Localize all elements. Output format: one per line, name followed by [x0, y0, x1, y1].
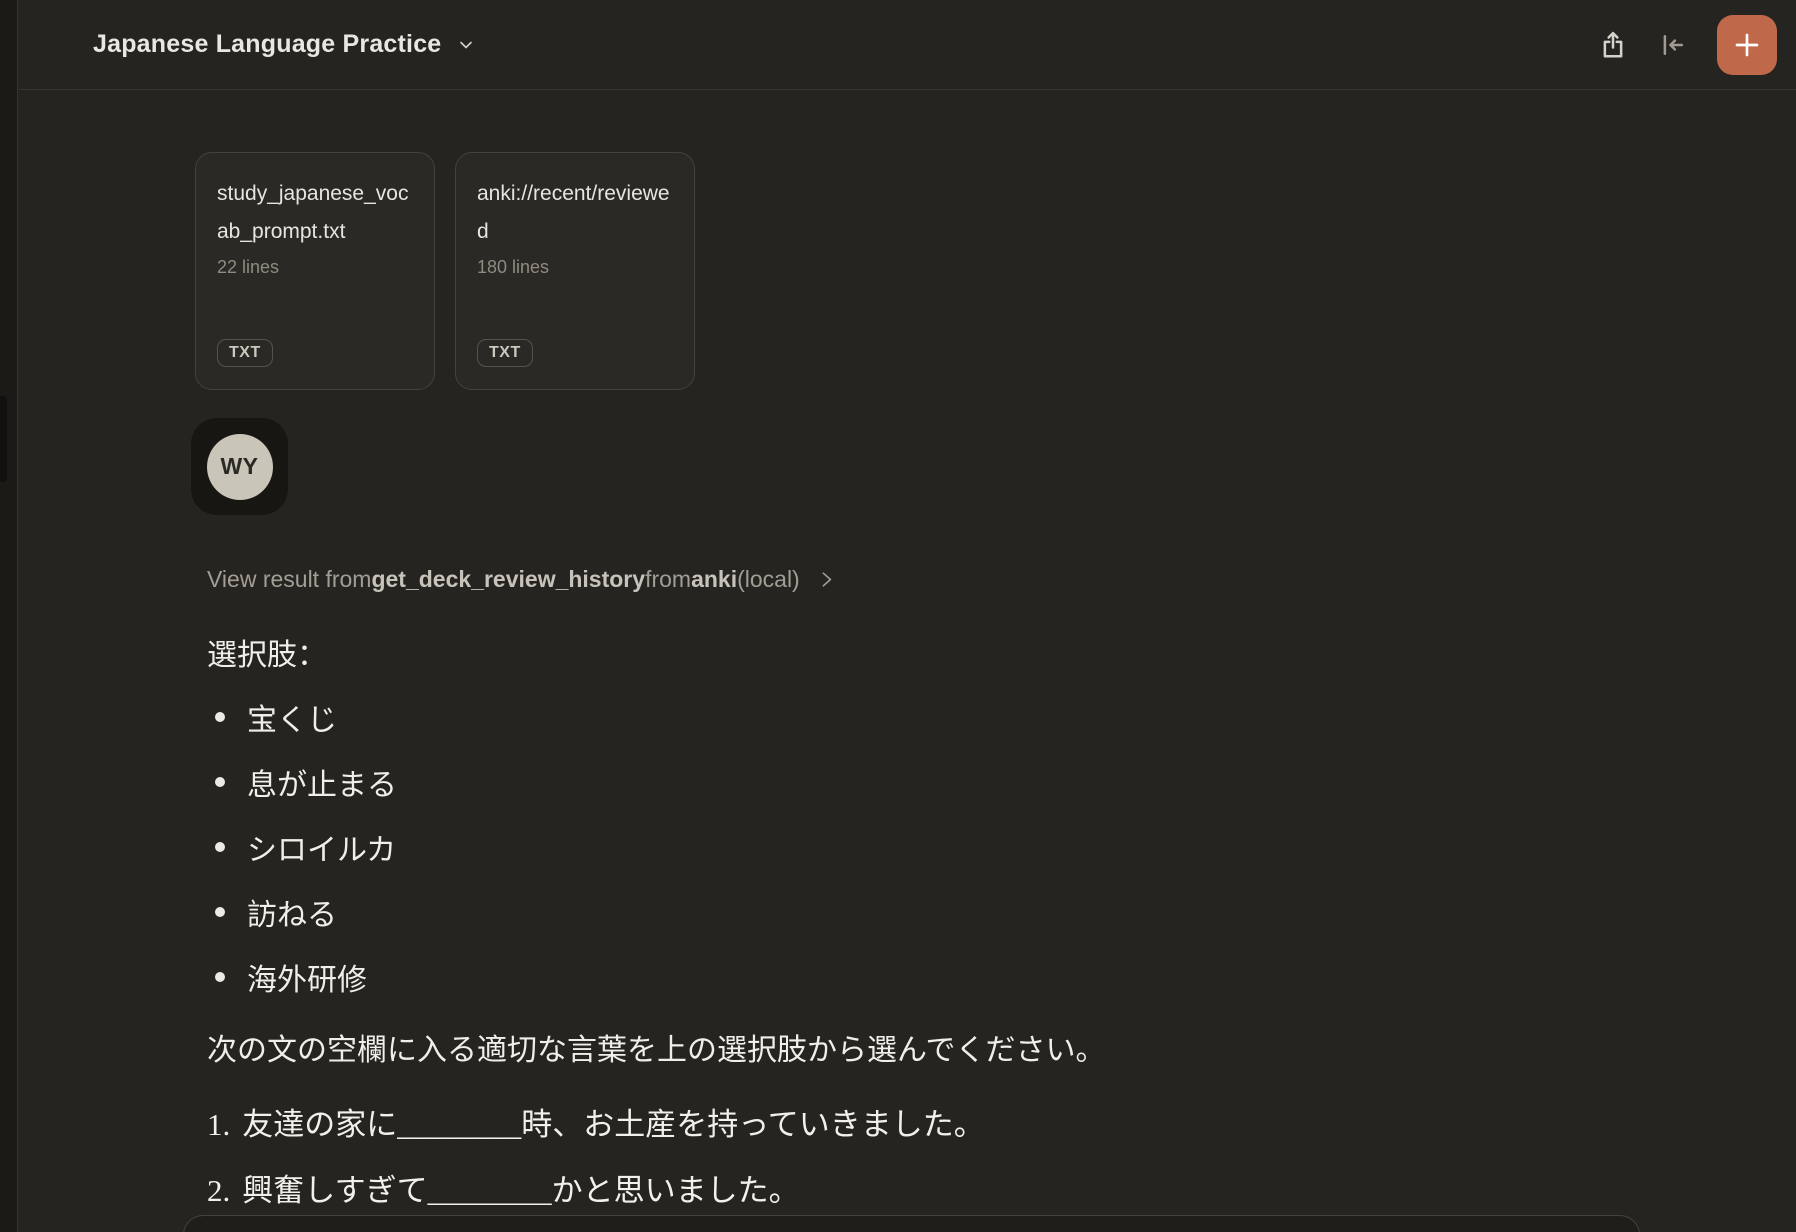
question-text: 興奮しすぎて________かと思いました。 — [242, 1173, 800, 1208]
attachment-filename: anki://recent/reviewed — [477, 182, 670, 243]
sidebar-rail-notch — [0, 396, 7, 482]
list-item: 海外研修 — [207, 944, 1796, 1009]
attachment-filename: study_japanese_vocab_prompt.txt — [217, 182, 409, 243]
collapse-left-icon — [1663, 34, 1683, 55]
chevron-right-icon — [822, 571, 831, 587]
share-button[interactable] — [1591, 23, 1635, 67]
message-heading: 選択肢： — [207, 639, 327, 672]
option-text: 宝くじ — [247, 703, 337, 737]
page-title: Japanese Language Practice — [93, 30, 442, 58]
avatar-initials: WY — [220, 453, 259, 479]
list-item: シロイルカ — [207, 814, 1796, 879]
conversation-title-menu[interactable]: Japanese Language Practice — [93, 30, 476, 59]
question-item: 1. 友達の家に________時、お土産を持っていきました。 — [207, 1103, 1796, 1147]
option-text: 海外研修 — [247, 963, 367, 997]
bullet-icon — [215, 906, 225, 917]
bullet-icon — [215, 776, 225, 787]
attachment-card[interactable]: anki://recent/reviewed 180 lines TXT — [455, 152, 695, 390]
file-type-badge: TXT — [217, 339, 273, 367]
tool-result-suffix: (local) — [737, 566, 800, 592]
instruction-text: 次の文の空欄に入る適切な言葉を上の選択肢から選んでください。 — [207, 1034, 1106, 1067]
question-number: 2. — [207, 1173, 231, 1208]
sidebar-rail — [0, 0, 18, 1232]
bullet-icon — [215, 971, 225, 982]
tool-result-toggle[interactable]: View result from get_deck_review_history… — [207, 564, 1796, 594]
chevron-down-icon — [460, 41, 473, 48]
attachment-line-count: 180 lines — [477, 257, 550, 277]
question-text: 友達の家に________時、お土産を持っていきました。 — [242, 1107, 985, 1142]
tool-result-tool-name: get_deck_review_history — [371, 566, 646, 592]
user-message-bubble: WY — [191, 418, 288, 515]
collapse-panel-button[interactable] — [1651, 23, 1695, 67]
list-item: 息が止まる — [207, 749, 1796, 814]
attachment-line-count: 22 lines — [217, 257, 280, 277]
avatar: WY — [206, 433, 273, 500]
tool-result-prefix: View result from — [207, 566, 372, 592]
bullet-icon — [215, 841, 225, 852]
questions-list: 1. 友達の家に________時、お土産を持っていきました。 2. 興奮しすぎて_… — [207, 1103, 1796, 1213]
new-chat-button[interactable] — [1717, 14, 1777, 75]
option-text: 息が止まる — [247, 768, 397, 802]
tool-result-middle: from — [645, 566, 692, 592]
plus-icon — [1735, 33, 1759, 56]
message-input[interactable] — [183, 1215, 1640, 1232]
user-message-row: WY — [191, 418, 1796, 515]
question-item: 2. 興奮しすぎて________かと思いました。 — [207, 1169, 1796, 1213]
list-item: 訪ねる — [207, 879, 1796, 944]
attachment-card[interactable]: study_japanese_vocab_prompt.txt 22 lines… — [195, 152, 435, 390]
chat-scroll-area: study_japanese_vocab_prompt.txt 22 lines… — [19, 91, 1796, 1232]
tool-result-server-name: anki — [691, 566, 738, 592]
question-number: 1. — [207, 1107, 231, 1142]
file-type-badge: TXT — [477, 339, 533, 367]
share-icon — [1603, 31, 1623, 57]
title-bar: Japanese Language Practice — [19, 0, 1796, 90]
option-text: シロイルカ — [247, 833, 397, 867]
list-item: 宝くじ — [207, 684, 1796, 749]
attachments-row: study_japanese_vocab_prompt.txt 22 lines… — [195, 152, 1796, 390]
options-list: 宝くじ 息が止まる シロイルカ 訪ねる 海外研修 — [207, 684, 1796, 1009]
option-text: 訪ねる — [247, 898, 337, 932]
bullet-icon — [215, 711, 225, 722]
